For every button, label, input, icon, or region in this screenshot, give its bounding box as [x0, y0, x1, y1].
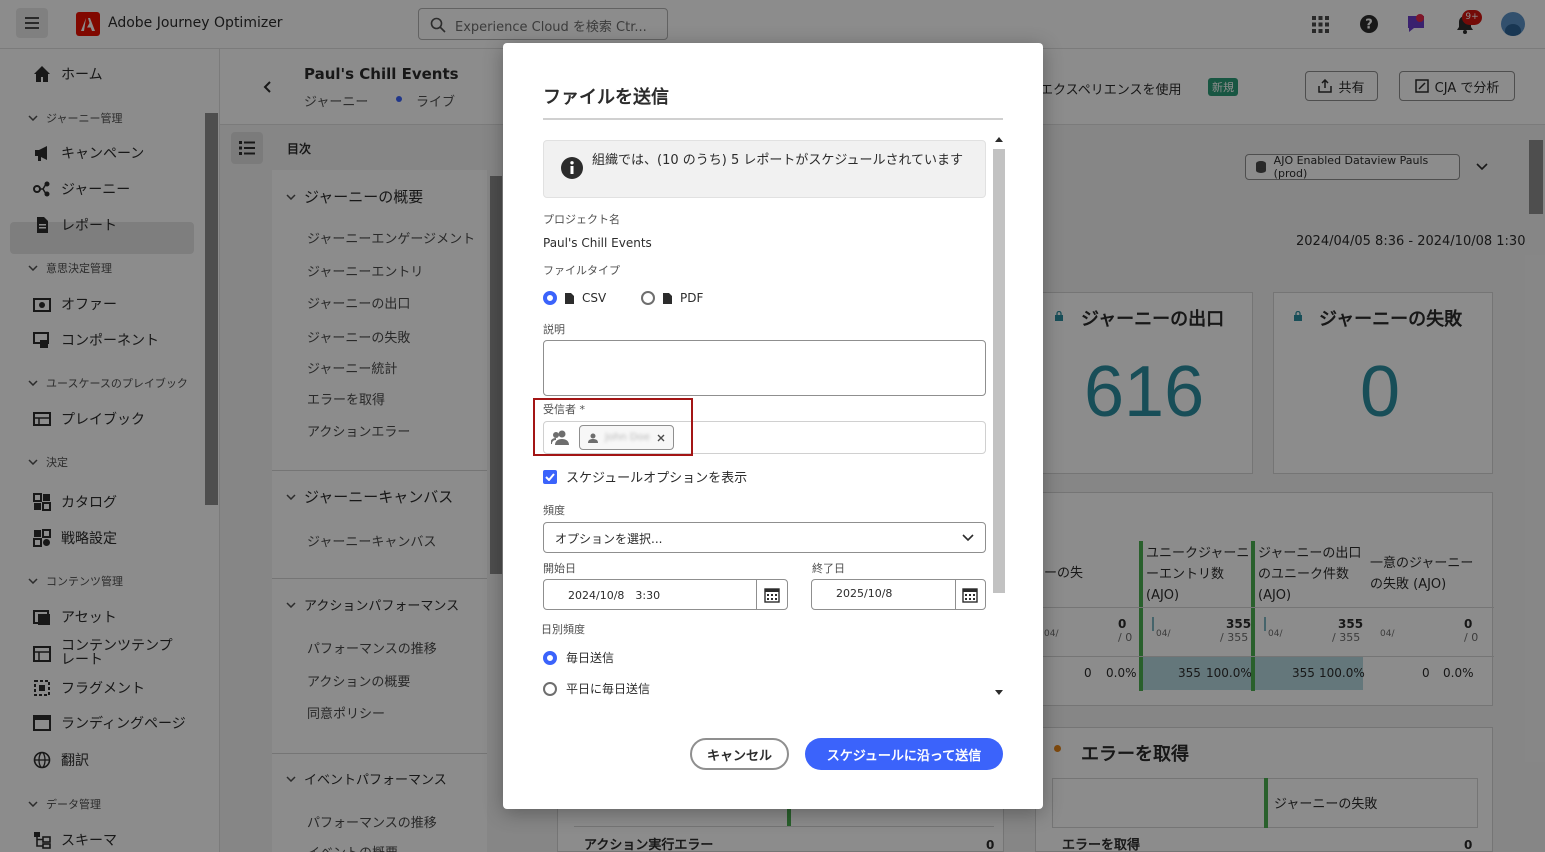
info-icon — [561, 157, 583, 179]
file-type-label: ファイルタイプ — [543, 264, 620, 277]
radio-unselected — [641, 291, 655, 305]
daily-weekdays-radio[interactable]: 平日に毎日送信 — [543, 680, 650, 697]
daily-every-day-radio[interactable]: 毎日送信 — [543, 649, 614, 666]
project-name-value: Paul's Chill Events — [543, 236, 652, 250]
file-icon — [663, 292, 672, 304]
calendar-icon[interactable] — [764, 587, 780, 603]
daily-frequency-label: 日別頻度 — [541, 623, 585, 636]
scroll-up-icon[interactable] — [995, 137, 1003, 142]
chevron-down-icon — [962, 534, 974, 542]
checkbox-checked — [543, 469, 557, 484]
radio-unselected — [543, 681, 557, 696]
info-banner: 組織では、(10 のうち) 5 レポートがスケジュールされています — [543, 140, 986, 198]
end-date-label: 終了日 — [812, 562, 845, 575]
radio-selected — [543, 650, 557, 665]
file-type-csv-radio[interactable]: CSV — [543, 291, 606, 305]
file-type-pdf-radio[interactable]: PDF — [641, 291, 703, 305]
description-label: 説明 — [543, 323, 565, 336]
calendar-icon[interactable] — [962, 587, 978, 603]
show-schedule-checkbox[interactable]: スケジュールオプションを表示 — [543, 467, 747, 486]
file-icon — [565, 292, 574, 304]
start-date-label: 開始日 — [543, 562, 576, 575]
end-date-input[interactable]: 2025/10/8 — [811, 579, 986, 610]
recipients-highlight-box — [533, 398, 693, 456]
schedule-send-button[interactable]: スケジュールに沿って送信 — [805, 738, 1003, 770]
send-file-dialog: ファイルを送信 組織では、(10 のうち) 5 レポートがスケジュールされていま… — [503, 43, 1043, 809]
frequency-select[interactable]: オプションを選択... — [543, 522, 986, 553]
description-textarea[interactable] — [543, 340, 986, 396]
scroll-down-icon[interactable] — [995, 690, 1003, 695]
check-icon — [545, 472, 555, 481]
dialog-title: ファイルを送信 — [543, 87, 669, 108]
frequency-label: 頻度 — [543, 504, 565, 517]
start-date-input[interactable]: 2024/10/8 3:30 — [543, 579, 788, 610]
dialog-scrollbar[interactable] — [993, 135, 1005, 700]
project-name-label: プロジェクト名 — [543, 213, 620, 226]
cancel-button[interactable]: キャンセル — [690, 738, 789, 770]
radio-selected — [543, 291, 557, 305]
info-text: 組織では、(10 のうち) 5 レポートがスケジュールされています — [592, 153, 964, 168]
dialog-divider — [543, 118, 1003, 120]
